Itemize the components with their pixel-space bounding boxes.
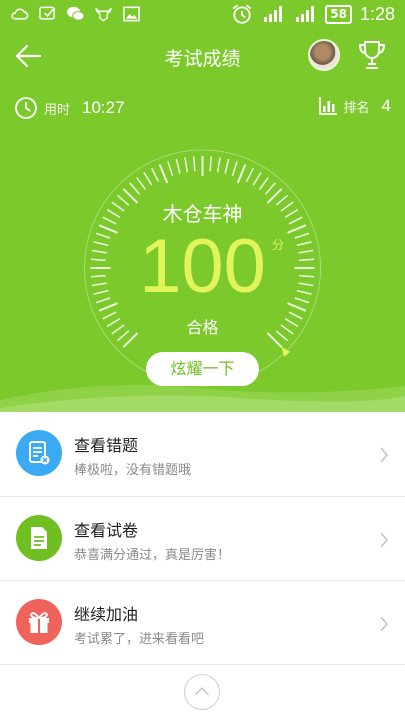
show-off-button[interactable]: 炫耀一下 — [146, 352, 259, 386]
list-item-wrong-questions[interactable]: 查看错题 棒极啦，没有错题哦 — [0, 412, 405, 497]
gauge-tick — [192, 156, 196, 172]
trophy-icon[interactable] — [356, 38, 388, 72]
cloud-icon — [11, 8, 29, 20]
gauge-tick — [175, 158, 181, 174]
action-list: 查看错题 棒极啦，没有错题哦 查看试卷 恭喜满分通过，真是厉害！ 继续加油 考试… — [0, 412, 405, 665]
status-bar: 58 1:28 — [0, 0, 405, 30]
result-header-area: 58 1:28 考试成绩 用时 10:27 排名 4 木仓车神 100 分 合格… — [0, 0, 405, 412]
gauge-tick — [264, 182, 276, 195]
gauge-tick — [184, 157, 189, 173]
signal-icon — [264, 6, 283, 22]
image-icon — [123, 6, 140, 22]
ranking[interactable]: 排名 4 — [318, 96, 391, 116]
gift-icon — [16, 599, 62, 645]
alarm-icon — [232, 4, 252, 24]
gauge-tick — [252, 172, 262, 186]
battery-indicator: 58 — [325, 4, 352, 24]
gauge-tick — [150, 167, 160, 182]
list-item-subtitle: 恭喜满分通过，真是厉害！ — [74, 548, 231, 563]
list-item-subtitle: 考试累了，进来看看吧 — [74, 632, 205, 647]
list-item-keep-going[interactable]: 继续加油 考试累了，进来看看吧 — [0, 581, 405, 665]
score-value: 100 — [139, 224, 266, 309]
exam-paper-icon — [16, 515, 62, 561]
list-item-title: 查看试卷 — [74, 521, 139, 540]
wrong-questions-icon — [16, 430, 62, 476]
gauge-tick — [209, 156, 213, 172]
gauge-tick — [158, 164, 169, 184]
time-used: 用时 10:27 — [14, 96, 125, 120]
chevron-right-icon — [380, 616, 389, 632]
status-time: 1:28 — [359, 3, 395, 24]
chevron-right-icon — [380, 532, 389, 548]
pass-status: 合格 — [186, 318, 219, 337]
gauge-tick — [245, 167, 255, 182]
rank-label: 排名 — [343, 100, 370, 116]
gauge-tick — [231, 161, 238, 176]
score-unit: 分 — [272, 238, 285, 252]
bar-chart-icon — [318, 97, 337, 115]
expand-up-button[interactable] — [184, 674, 220, 710]
list-item-title: 继续加油 — [74, 605, 139, 624]
signal-icon-2 — [296, 6, 315, 22]
page-title: 考试成绩 — [164, 48, 241, 70]
gauge-tick — [224, 158, 230, 174]
avatar[interactable] — [308, 39, 340, 71]
list-item-title: 查看错题 — [74, 436, 139, 455]
gauge-tick — [258, 176, 269, 190]
wechat-icon — [66, 6, 85, 21]
gauge-tick — [136, 176, 147, 190]
title-bar: 考试成绩 — [0, 32, 405, 80]
bull-icon — [95, 7, 112, 22]
gauge-tick — [216, 157, 221, 173]
list-item-exam-paper[interactable]: 查看试卷 恭喜满分通过，真是厉害！ — [0, 497, 405, 581]
chevron-right-icon — [380, 447, 389, 463]
list-item-subtitle: 棒极啦，没有错题哦 — [74, 463, 192, 478]
gauge-tick — [167, 161, 174, 176]
clock-icon — [15, 97, 37, 119]
message-icon — [39, 6, 55, 20]
time-label: 用时 — [44, 102, 71, 118]
gauge-tick — [129, 182, 141, 195]
gauge-tick — [143, 172, 153, 186]
gauge-tick — [236, 164, 247, 184]
time-value: 10:27 — [82, 98, 125, 117]
rank-value: 4 — [381, 96, 391, 115]
